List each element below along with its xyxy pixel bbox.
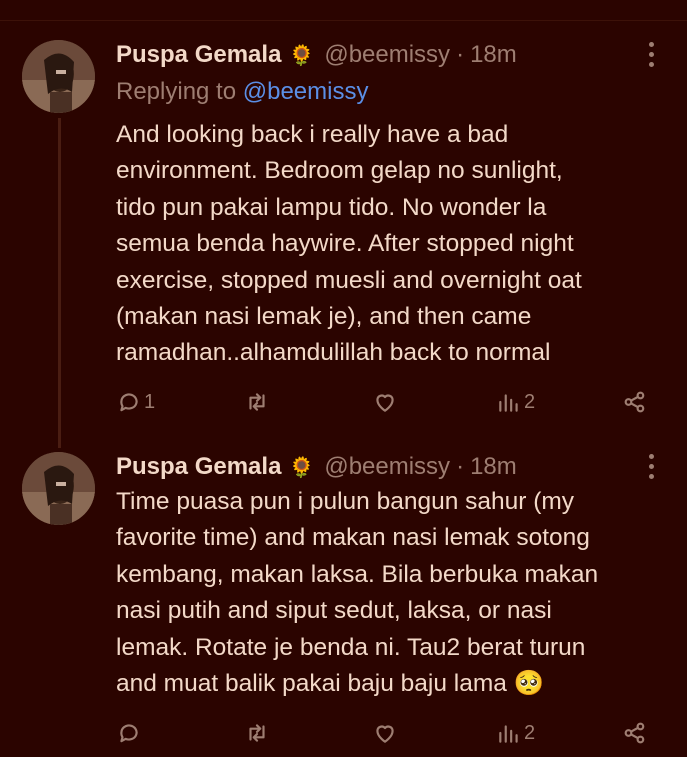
thread-line	[58, 118, 61, 448]
replying-to: Replying to @beemissy	[116, 78, 368, 106]
avatar[interactable]	[22, 40, 95, 113]
tweet-line: exercise, stopped muesli and overnight o…	[116, 266, 582, 294]
tweet-line: (makan nasi lemak je), and then came	[116, 303, 532, 331]
more-options-icon[interactable]	[649, 454, 655, 480]
retweet-button[interactable]	[244, 718, 272, 748]
tweet-line: environment. Bedroom gelap no sunlight,	[116, 157, 563, 185]
share-button[interactable]	[622, 387, 648, 417]
like-button[interactable]	[372, 387, 400, 417]
retweet-button[interactable]	[244, 387, 272, 417]
timestamp[interactable]: 18m	[470, 453, 517, 481]
tweet-actions: 2	[116, 718, 656, 748]
share-icon	[624, 722, 645, 744]
display-name[interactable]: Puspa Gemala	[116, 453, 281, 481]
like-button[interactable]	[372, 718, 400, 748]
views-chart-icon	[499, 725, 518, 743]
tweet-line: lemak. Rotate je benda ni. Tau2 berat tu…	[116, 633, 586, 661]
tweet-line: and muat balik pakai baju baju lama 🥺	[116, 670, 545, 698]
username[interactable]: @beemissy	[324, 453, 450, 481]
avatar[interactable]	[22, 452, 95, 525]
display-name[interactable]: Puspa Gemala	[116, 41, 281, 69]
views-chart-icon	[499, 394, 518, 412]
view-count: 2	[524, 721, 536, 744]
more-options-icon[interactable]	[649, 42, 655, 68]
avatar-image	[22, 40, 95, 113]
tweet-line: tido pun pakai lampu tido. No wonder la	[116, 193, 547, 221]
reply-mention-link[interactable]: @beemissy	[243, 78, 369, 105]
views-button[interactable]: 2	[496, 387, 535, 417]
replying-to-label: Replying to	[116, 78, 237, 105]
views-button[interactable]: 2	[496, 718, 535, 748]
sunflower-badge-icon: 🌻	[289, 456, 315, 479]
sunflower-badge-icon: 🌻	[289, 44, 315, 67]
separator: ·	[456, 41, 465, 68]
tweet-line: And looking back i really have a bad	[116, 121, 509, 148]
tweet-line: favorite time) and makan nasi lemak soto…	[116, 524, 590, 552]
timestamp[interactable]: 18m	[470, 41, 517, 69]
reply-icon	[120, 393, 138, 412]
username[interactable]: @beemissy	[324, 41, 450, 69]
reply-icon	[120, 724, 138, 743]
heart-icon	[376, 725, 394, 743]
tweet-actions: 1 2	[116, 387, 656, 417]
tweet-text: And looking back i really have a bad env…	[116, 117, 671, 372]
reply-button[interactable]	[116, 718, 144, 748]
retweet-icon	[249, 393, 265, 411]
view-count: 2	[524, 390, 536, 413]
tweet-line: nasi putih and siput sedut, laksa, or na…	[116, 597, 552, 625]
tweet-line: kembang, makan laksa. Bila berbuka makan	[116, 560, 599, 588]
tweet-header: Puspa Gemala 🌻 @beemissy · 18m	[116, 40, 517, 70]
tweet-line: semua benda haywire. After stopped night	[116, 230, 574, 258]
heart-icon	[376, 394, 394, 412]
share-icon	[624, 391, 645, 413]
tweet-header: Puspa Gemala 🌻 @beemissy · 18m	[116, 452, 517, 482]
separator: ·	[456, 453, 465, 480]
tweet-line: Time puasa pun i pulun bangun sahur (my	[116, 488, 575, 515]
retweet-icon	[249, 724, 265, 742]
tweet-line: ramadhan..alhamdulillah back to normal	[116, 339, 551, 367]
avatar-image	[22, 452, 95, 525]
reply-button[interactable]: 1	[116, 387, 155, 417]
reply-count: 1	[144, 390, 156, 413]
top-divider	[0, 20, 687, 21]
share-button[interactable]	[622, 718, 648, 748]
tweet-text: Time puasa pun i pulun bangun sahur (my …	[116, 484, 671, 702]
